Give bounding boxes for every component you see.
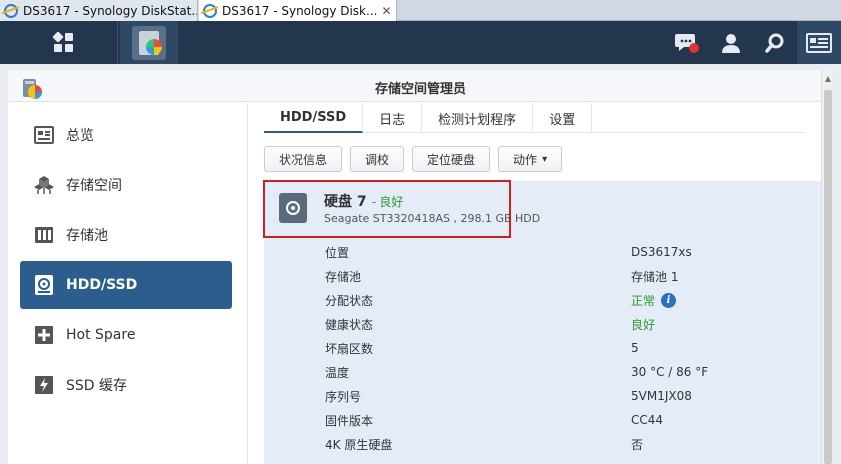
taskbar-separator (117, 21, 118, 64)
dashboard-icon (806, 32, 832, 53)
allocation-status-text: 正常 (631, 293, 656, 308)
vertical-scrollbar[interactable]: ▲ (821, 70, 833, 464)
main-menu-button[interactable] (22, 21, 106, 64)
sidebar-item-label: SSD 缓存 (66, 378, 128, 394)
apps-grid-icon (52, 31, 73, 52)
user-button[interactable] (709, 21, 753, 64)
notifications-button[interactable] (665, 21, 709, 64)
search-icon (765, 33, 784, 53)
property-row: 序列号 5VM1JX08 (325, 384, 815, 408)
property-value: 否 (631, 437, 644, 452)
sidebar-item-label: 存储空间 (66, 178, 122, 194)
property-key: 分配状态 (325, 293, 374, 308)
window-header: 存储空间管理员 (8, 70, 833, 102)
disk-detail-panel: 硬盘 7 - 良好 Seagate ST3320418AS , 298.1 GB … (263, 180, 821, 464)
ssd-cache-icon (34, 375, 54, 395)
property-key: 温度 (325, 365, 350, 380)
hot-spare-icon (34, 325, 54, 345)
property-key: 固件版本 (325, 413, 374, 428)
property-key: 序列号 (325, 389, 362, 404)
sidebar-item-hot-spare[interactable]: Hot Spare (20, 311, 232, 359)
property-row: 分配状态 正常 i (325, 288, 815, 312)
window-title: 存储空间管理员 (374, 82, 466, 97)
browser-tab-1[interactable]: DS3617 - Synology DiskStat... (0, 0, 198, 21)
sidebar-item-label: 总览 (66, 128, 94, 144)
user-icon (722, 33, 740, 53)
property-value: 良好 (631, 317, 656, 332)
highlight-box (263, 180, 511, 238)
property-value: 存储池 1 (631, 269, 679, 284)
chevron-down-icon: ▾ (542, 153, 548, 165)
property-key: 坏扇区数 (325, 341, 374, 356)
search-button[interactable] (753, 21, 797, 64)
property-row: 温度 30 °C / 86 °F (325, 360, 815, 384)
action-dropdown-button[interactable]: 动作 ▾ (498, 146, 563, 172)
sidebar-item-label: 存储池 (66, 228, 108, 244)
ie-browser-icon (203, 3, 217, 18)
scroll-up-arrow-icon[interactable]: ▲ (822, 72, 834, 84)
widgets-button[interactable] (797, 21, 841, 64)
property-row: 坏扇区数 5 (325, 336, 815, 360)
scrollbar-thumb[interactable] (824, 90, 832, 464)
tab-log[interactable]: 日志 (363, 103, 423, 133)
calibrate-button[interactable]: 调校 (350, 146, 405, 172)
browser-tab-1-title: DS3617 - Synology DiskStat... (23, 3, 198, 18)
info-icon[interactable]: i (661, 292, 677, 308)
hdd-icon (34, 275, 54, 295)
browser-tab-strip: DS3617 - Synology DiskStat... DS3617 - S… (0, 0, 841, 21)
close-tab-icon[interactable]: ✕ (377, 4, 391, 18)
property-value: CC44 (631, 413, 664, 427)
sidebar-item-label: Hot Spare (66, 327, 136, 343)
tab-test-scheduler[interactable]: 检测计划程序 (422, 103, 534, 133)
property-value: 5VM1JX08 (631, 389, 692, 403)
volume-icon (34, 175, 54, 195)
taskbar-right-icons (665, 21, 841, 64)
property-row: 4K 原生硬盘 否 (325, 432, 815, 456)
health-info-button[interactable]: 状况信息 (264, 146, 343, 172)
property-key: 存储池 (325, 269, 362, 284)
sidebar-item-ssd-cache[interactable]: SSD 缓存 (20, 361, 232, 409)
dsm-taskbar (0, 21, 841, 64)
browser-tab-2[interactable]: DS3617 - Synology Disk... ✕ (199, 0, 397, 21)
property-key: 4K 原生硬盘 (325, 437, 393, 452)
property-row: 健康状态 良好 (325, 312, 815, 336)
property-row: 存储池 存储池 1 (325, 264, 815, 288)
tab-settings[interactable]: 设置 (533, 103, 593, 133)
storage-manager-window: 存储空间管理员 总览 存储空间 存储池 HDD/SSD Hot Spare SS… (8, 70, 833, 464)
sidebar-item-volume[interactable]: 存储空间 (20, 161, 232, 209)
overview-icon (34, 125, 54, 145)
browser-tab-2-title: DS3617 - Synology Disk... (222, 3, 378, 18)
sidebar-item-storage-pool[interactable]: 存储池 (20, 211, 232, 259)
chat-notification-icon (675, 33, 699, 53)
property-value: DS3617xs (631, 245, 692, 259)
storage-pool-icon (34, 225, 54, 245)
toolbar: 状况信息 调校 定位硬盘 动作 ▾ (264, 146, 563, 172)
ie-browser-icon (4, 3, 18, 18)
property-row: 位置 DS3617xs (325, 240, 815, 264)
sidebar-item-hdd-ssd[interactable]: HDD/SSD (20, 261, 232, 309)
property-key: 健康状态 (325, 317, 374, 332)
action-label: 动作 (513, 152, 538, 167)
property-value: 5 (631, 341, 639, 355)
property-value: 30 °C / 86 °F (631, 365, 709, 379)
property-value: 正常 i (631, 292, 677, 309)
sidebar-item-label: HDD/SSD (66, 277, 138, 293)
locate-disk-button[interactable]: 定位硬盘 (412, 146, 491, 172)
property-row: 固件版本 CC44 (325, 408, 815, 432)
tab-bar: HDD/SSD 日志 检测计划程序 设置 (264, 103, 804, 133)
main-content: HDD/SSD 日志 检测计划程序 设置 状况信息 调校 定位硬盘 动作 ▾ 硬… (249, 103, 821, 464)
property-key: 位置 (325, 245, 350, 260)
storage-manager-taskbar-button[interactable] (120, 21, 178, 64)
storage-manager-app-icon (132, 25, 166, 60)
tab-hdd-ssd[interactable]: HDD/SSD (264, 103, 364, 133)
sidebar-item-overview[interactable]: 总览 (20, 111, 232, 159)
sidebar: 总览 存储空间 存储池 HDD/SSD Hot Spare SSD 缓存 (8, 103, 248, 464)
